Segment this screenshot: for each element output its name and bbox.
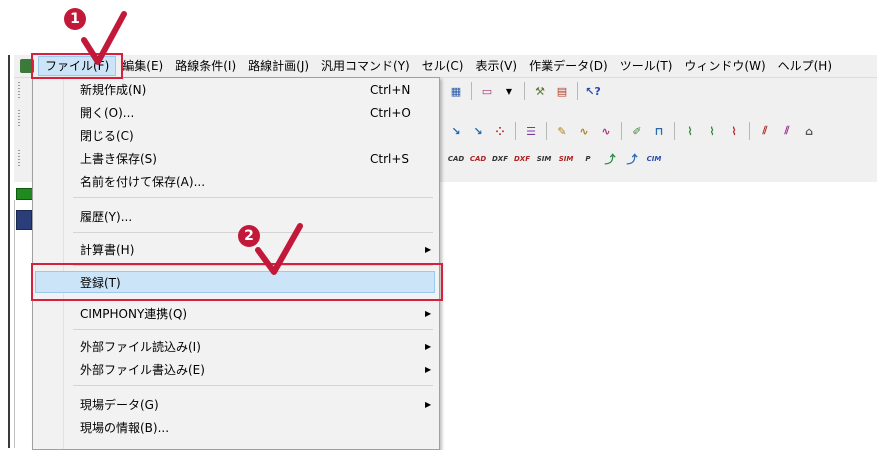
cim-icon[interactable]: CIM bbox=[644, 149, 664, 169]
menu-bar: ファイル(F) 編集(E) 路線条件(I) 路線計画(J) 汎用コマンド(Y) … bbox=[14, 55, 877, 78]
menu-item-shortcut: Ctrl+S bbox=[370, 152, 410, 166]
toolbar-row-1: ▦ ▭ ▼ ⚒ ▤ ↖? bbox=[446, 80, 603, 102]
toolbar-row-3: CAD CAD DXF DXF SIM SIM P ⤴ ⤴ CIM bbox=[446, 148, 664, 170]
menu-separator bbox=[73, 329, 433, 330]
menu-item-shortcut: Ctrl+O bbox=[370, 106, 411, 120]
menu-item-cimphony[interactable]: CIMPHONY連携(Q) ▶ bbox=[35, 303, 435, 325]
point-add-icon[interactable]: ↘ bbox=[446, 121, 466, 141]
menu-route-planning[interactable]: 路線計画(J) bbox=[242, 56, 315, 76]
menu-item-label: 計算書(H) bbox=[80, 243, 135, 257]
toolbar-separator bbox=[524, 82, 525, 100]
toolbar-grip[interactable] bbox=[18, 110, 20, 126]
menu-item-external-import[interactable]: 外部ファイル読込み(I) ▶ bbox=[35, 336, 435, 358]
menu-item-site-info[interactable]: 現場の情報(B)... bbox=[35, 417, 435, 439]
cad-export-icon[interactable]: CAD bbox=[468, 149, 488, 169]
tool-icon[interactable]: ⚒ bbox=[530, 81, 550, 101]
curve-export-icon[interactable]: ⤴ bbox=[622, 149, 642, 169]
menu-item-open[interactable]: 開く(O)... Ctrl+O bbox=[35, 102, 435, 124]
menu-item-label: 現場データ(G) bbox=[80, 398, 159, 412]
menu-item-label: 外部ファイル読込み(I) bbox=[80, 340, 201, 354]
menu-item-label: 現場の情報(B)... bbox=[80, 421, 170, 435]
toolbar-row-2: ↘ ↘ ⁘ ☰ ✎ ∿ ∿ ✐ ⊓ ⌇ ⌇ ⌇ ⫽ ⫽ ⌂ bbox=[446, 120, 819, 142]
draw-icon[interactable]: ✐ bbox=[627, 121, 647, 141]
toolbar-separator bbox=[546, 122, 547, 140]
profile-icon[interactable]: ⌇ bbox=[680, 121, 700, 141]
help-pointer-icon[interactable]: ↖? bbox=[583, 81, 603, 101]
menu-item-calculation-report[interactable]: 計算書(H) ▶ bbox=[35, 239, 435, 261]
toolbar-separator bbox=[515, 122, 516, 140]
menu-item-shortcut: Ctrl+N bbox=[370, 83, 411, 97]
menu-item-label: 新規作成(N) bbox=[80, 83, 147, 97]
menu-help[interactable]: ヘルプ(H) bbox=[772, 56, 838, 76]
dxf-export-icon[interactable]: DXF bbox=[512, 149, 532, 169]
menu-item-label: 開く(O)... bbox=[80, 106, 135, 120]
menu-item-history[interactable]: 履歴(Y)... bbox=[35, 206, 435, 228]
edit-icon[interactable]: ✎ bbox=[552, 121, 572, 141]
window-icon[interactable]: ▭ bbox=[477, 81, 497, 101]
menu-item-new[interactable]: 新規作成(N) Ctrl+N bbox=[35, 79, 435, 101]
toolbar-grip[interactable] bbox=[18, 150, 20, 166]
cad-import-icon[interactable]: CAD bbox=[446, 149, 466, 169]
submenu-arrow-icon: ▶ bbox=[425, 400, 432, 409]
submenu-arrow-icon: ▶ bbox=[425, 342, 432, 351]
menu-item-external-export[interactable]: 外部ファイル書込み(E) ▶ bbox=[35, 359, 435, 381]
submenu-arrow-icon: ▶ bbox=[425, 365, 432, 374]
curve-alt-icon[interactable]: ∿ bbox=[596, 121, 616, 141]
toolbar-separator bbox=[621, 122, 622, 140]
menu-item-label: 閉じる(C) bbox=[80, 129, 134, 143]
table-icon[interactable]: ☰ bbox=[521, 121, 541, 141]
menu-item-label: 上書き保存(S) bbox=[80, 152, 157, 166]
panel-toggle-button[interactable] bbox=[16, 210, 32, 230]
menu-item-label: 履歴(Y)... bbox=[80, 210, 133, 224]
grid-icon[interactable]: ▦ bbox=[446, 81, 466, 101]
chevron-down-icon[interactable]: ▼ bbox=[499, 81, 519, 101]
dxf-import-icon[interactable]: DXF bbox=[490, 149, 510, 169]
window-left-edge bbox=[8, 55, 10, 448]
sim-export-icon[interactable]: SIM bbox=[556, 149, 576, 169]
point-remove-icon[interactable]: ↘ bbox=[468, 121, 488, 141]
menu-work-data[interactable]: 作業データ(D) bbox=[523, 56, 614, 76]
menu-item-label: 名前を付けて保存(A)... bbox=[80, 175, 206, 189]
menu-view[interactable]: 表示(V) bbox=[470, 56, 524, 76]
submenu-arrow-icon: ▶ bbox=[425, 245, 432, 254]
section-icon[interactable]: ⊓ bbox=[649, 121, 669, 141]
step2-highlight-box bbox=[31, 263, 443, 301]
step2-check-icon bbox=[255, 223, 303, 275]
p-icon[interactable]: P bbox=[578, 149, 598, 169]
toolbar-separator bbox=[749, 122, 750, 140]
menu-tools[interactable]: ツール(T) bbox=[614, 56, 679, 76]
workspace-left-border bbox=[14, 200, 15, 448]
point-list-icon[interactable]: ⁘ bbox=[490, 121, 510, 141]
sim-import-icon[interactable]: SIM bbox=[534, 149, 554, 169]
profile-red-icon[interactable]: ⌇ bbox=[724, 121, 744, 141]
menu-item-label: CIMPHONY連携(Q) bbox=[80, 307, 188, 321]
menu-separator bbox=[73, 197, 433, 198]
structure-icon[interactable]: ⌂ bbox=[799, 121, 819, 141]
submenu-arrow-icon: ▶ bbox=[425, 309, 432, 318]
profile-alt-icon[interactable]: ⌇ bbox=[702, 121, 722, 141]
curve-icon[interactable]: ∿ bbox=[574, 121, 594, 141]
menu-item-save-as[interactable]: 名前を付けて保存(A)... bbox=[35, 171, 435, 193]
menu-separator bbox=[73, 385, 433, 386]
toolbar-grip[interactable] bbox=[18, 82, 20, 98]
calendar-icon[interactable]: ▤ bbox=[552, 81, 572, 101]
menu-item-close[interactable]: 閉じる(C) bbox=[35, 125, 435, 147]
menu-cell[interactable]: セル(C) bbox=[416, 56, 470, 76]
slope-icon[interactable]: ⫽ bbox=[777, 121, 797, 141]
menu-window[interactable]: ウィンドウ(W) bbox=[678, 56, 771, 76]
menu-route-conditions[interactable]: 路線条件(I) bbox=[169, 56, 242, 76]
toolbar-separator bbox=[577, 82, 578, 100]
toolbar-separator bbox=[674, 122, 675, 140]
menu-item-label: 外部ファイル書込み(E) bbox=[80, 363, 205, 377]
road-icon[interactable]: ⫽ bbox=[755, 121, 775, 141]
menu-item-site-data[interactable]: 現場データ(G) ▶ bbox=[35, 394, 435, 416]
menu-general-commands[interactable]: 汎用コマンド(Y) bbox=[315, 56, 416, 76]
toolbar-separator bbox=[471, 82, 472, 100]
curve-import-icon[interactable]: ⤴ bbox=[600, 149, 620, 169]
menu-item-save[interactable]: 上書き保存(S) Ctrl+S bbox=[35, 148, 435, 170]
step1-check-icon bbox=[81, 11, 127, 65]
